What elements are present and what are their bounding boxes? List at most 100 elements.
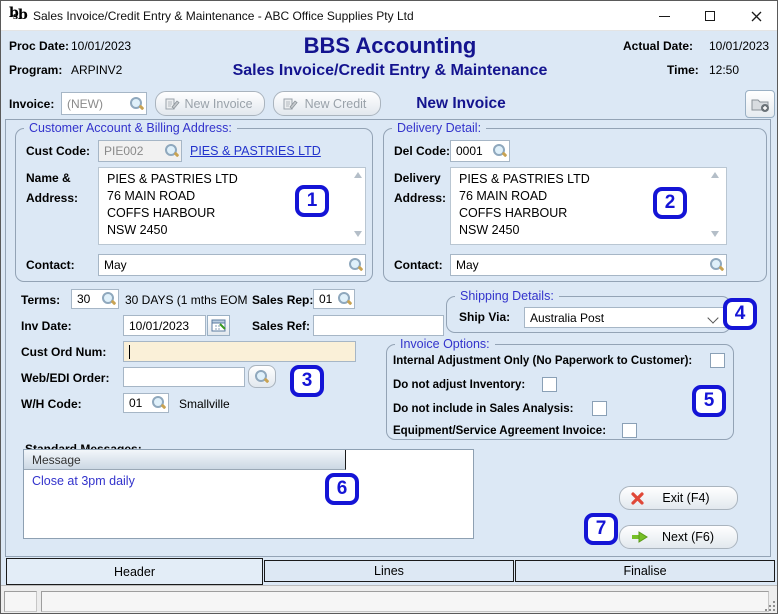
annotation-3: 3 bbox=[290, 365, 324, 397]
application-window: b s b Sales Invoice/Credit Entry & Maint… bbox=[0, 0, 778, 614]
delivery-address-label-1: Delivery bbox=[394, 171, 441, 185]
app-title: BBS Accounting bbox=[303, 33, 477, 58]
delivery-contact-label: Contact: bbox=[394, 258, 443, 272]
annotation-2: 2 bbox=[653, 187, 687, 219]
exit-cross-icon bbox=[631, 491, 644, 505]
delivery-group-title: Delivery Detail: bbox=[392, 121, 487, 135]
tab-finalise[interactable]: Finalise bbox=[515, 560, 775, 582]
contact-label: Contact: bbox=[26, 258, 75, 272]
exit-button[interactable]: Exit (F4) bbox=[619, 486, 738, 510]
message-row[interactable]: Close at 3pm daily bbox=[24, 471, 480, 491]
delivery-contact-field[interactable]: May bbox=[450, 254, 727, 276]
cust-code-lookup-icon[interactable] bbox=[165, 144, 179, 158]
standard-messages-table[interactable]: Message Close at 3pm daily bbox=[23, 449, 474, 539]
option-no-inventory-label: Do not adjust Inventory: bbox=[393, 379, 526, 391]
option-internal-adjustment-checkbox[interactable] bbox=[710, 353, 725, 368]
program-label: Program: bbox=[9, 63, 63, 77]
resize-grip[interactable] bbox=[764, 600, 776, 612]
text-cursor bbox=[129, 344, 130, 359]
terms-label: Terms: bbox=[21, 293, 61, 307]
terms-field[interactable]: 30 bbox=[71, 289, 119, 309]
status-segment-main bbox=[41, 591, 769, 612]
scroll-up-arrow[interactable] bbox=[354, 172, 362, 178]
app-icon: b s b bbox=[9, 5, 28, 23]
web-edi-order-field[interactable] bbox=[123, 367, 245, 387]
new-credit-button[interactable]: New Credit bbox=[273, 91, 381, 116]
sales-rep-label: Sales Rep: bbox=[252, 293, 314, 307]
scroll-down-arrow[interactable] bbox=[354, 231, 362, 237]
maximize-button[interactable] bbox=[687, 1, 733, 31]
invoice-number-combo[interactable]: (NEW) bbox=[61, 92, 147, 115]
shipping-group: Shipping Details: Ship Via: Australia Po… bbox=[446, 289, 731, 333]
ship-via-label: Ship Via: bbox=[459, 310, 511, 324]
calendar-icon bbox=[211, 319, 226, 332]
minimize-button[interactable] bbox=[641, 1, 687, 31]
invoice-label: Invoice: bbox=[9, 97, 55, 111]
title-bar: b s b Sales Invoice/Credit Entry & Maint… bbox=[1, 1, 777, 31]
time-label: Time: bbox=[667, 63, 699, 77]
window-title: Sales Invoice/Credit Entry & Maintenance… bbox=[33, 9, 414, 23]
customer-contact-field[interactable]: May bbox=[98, 254, 366, 276]
sales-ref-field[interactable] bbox=[313, 315, 444, 336]
inv-date-label: Inv Date: bbox=[21, 319, 72, 333]
contact-lookup-icon[interactable] bbox=[349, 258, 363, 272]
mode-status-text: New Invoice bbox=[416, 95, 506, 112]
web-edi-lookup-button[interactable] bbox=[248, 365, 276, 388]
cust-code-label: Cust Code: bbox=[26, 144, 90, 158]
option-no-sales-analysis-label: Do not include in Sales Analysis: bbox=[393, 403, 574, 415]
close-button[interactable] bbox=[733, 1, 777, 31]
del-code-label: Del Code: bbox=[394, 144, 451, 158]
screen-title: Sales Invoice/Credit Entry & Maintenance bbox=[232, 62, 548, 79]
name-address-label-2: Address: bbox=[26, 191, 79, 205]
shipping-group-title: Shipping Details: bbox=[455, 289, 559, 303]
add-entry-button[interactable] bbox=[745, 90, 775, 118]
message-column-header[interactable]: Message bbox=[24, 450, 346, 470]
delivery-address-label-2: Address: bbox=[394, 191, 447, 205]
exit-button-label: Exit (F4) bbox=[662, 491, 710, 505]
status-bar bbox=[1, 585, 777, 613]
sales-ref-label: Sales Ref: bbox=[252, 319, 311, 333]
option-no-inventory-checkbox[interactable] bbox=[542, 377, 557, 392]
contact-lookup-icon[interactable] bbox=[710, 258, 724, 272]
status-segment-left bbox=[4, 591, 37, 612]
new-credit-button-label: New Credit bbox=[304, 96, 367, 111]
scroll-up-arrow[interactable] bbox=[711, 172, 719, 178]
annotation-6: 6 bbox=[325, 473, 359, 505]
tab-header[interactable]: Header bbox=[6, 558, 263, 585]
terms-description: 30 DAYS (1 mths EOM bbox=[125, 293, 248, 307]
del-code-field[interactable]: 0001 bbox=[450, 140, 510, 162]
inv-date-field[interactable]: 10/01/2023 bbox=[123, 315, 206, 336]
actual-date-label: Actual Date: bbox=[623, 39, 694, 53]
terms-lookup-icon[interactable] bbox=[102, 292, 116, 306]
new-invoice-button[interactable]: New Invoice bbox=[155, 91, 265, 116]
cust-ord-num-field[interactable] bbox=[123, 341, 356, 362]
option-no-sales-analysis-checkbox[interactable] bbox=[592, 401, 607, 416]
tab-lines[interactable]: Lines bbox=[264, 560, 514, 582]
time-value: 12:50 bbox=[709, 63, 740, 77]
annotation-1: 1 bbox=[295, 185, 329, 217]
annotation-5: 5 bbox=[692, 385, 726, 417]
new-document-icon bbox=[165, 98, 180, 109]
option-equipment-service-checkbox[interactable] bbox=[622, 423, 637, 438]
date-picker-button[interactable] bbox=[207, 315, 230, 336]
warehouse-name: Smallville bbox=[179, 397, 230, 411]
invoice-options-title: Invoice Options: bbox=[395, 337, 495, 351]
minimize-icon bbox=[658, 15, 670, 17]
scroll-down-arrow[interactable] bbox=[711, 231, 719, 237]
cust-ord-num-label: Cust Ord Num: bbox=[21, 345, 107, 359]
sales-rep-lookup-icon[interactable] bbox=[338, 292, 352, 306]
customer-group-title: Customer Account & Billing Address: bbox=[24, 121, 237, 135]
next-arrow-icon bbox=[632, 531, 648, 543]
del-code-lookup-icon[interactable] bbox=[493, 144, 507, 158]
next-button[interactable]: Next (F6) bbox=[619, 525, 738, 549]
folder-add-icon bbox=[751, 99, 769, 112]
ship-via-select[interactable]: Australia Post bbox=[524, 307, 727, 328]
option-equipment-service-label: Equipment/Service Agreement Invoice: bbox=[393, 425, 607, 437]
cust-code-field[interactable]: PIE002 bbox=[98, 140, 182, 162]
wh-code-lookup-icon[interactable] bbox=[152, 396, 166, 410]
sales-rep-field[interactable]: 01 bbox=[313, 289, 355, 309]
invoice-lookup-icon[interactable] bbox=[130, 96, 144, 111]
web-edi-lookup-icon bbox=[255, 369, 269, 384]
wh-code-field[interactable]: 01 bbox=[123, 393, 169, 413]
customer-name-link[interactable]: PIES & PASTRIES LTD bbox=[190, 144, 321, 158]
